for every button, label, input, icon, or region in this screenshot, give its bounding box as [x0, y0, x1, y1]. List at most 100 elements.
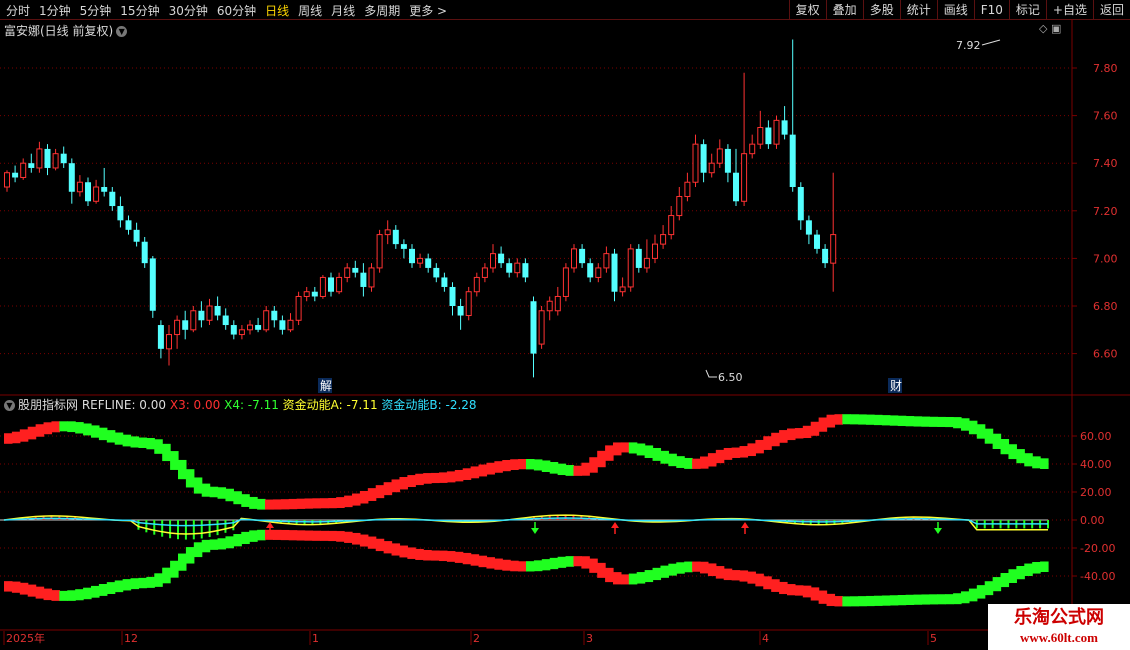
- event-marker: 财: [890, 379, 902, 393]
- upper-band-segment: [415, 473, 424, 486]
- upper-band-segment: [526, 459, 535, 470]
- toolbar-button[interactable]: 返回: [1092, 0, 1130, 19]
- period-tab[interactable]: 5分钟: [80, 2, 112, 19]
- lower-band-segment: [984, 581, 994, 596]
- date-label: 2: [473, 632, 480, 645]
- upper-band-segment: [11, 431, 21, 444]
- lower-band-segment: [818, 590, 828, 604]
- indicator-value: REFLINE: 0.00: [81, 398, 170, 412]
- lower-band-segment: [897, 594, 907, 606]
- period-tab[interactable]: 日线: [265, 2, 289, 19]
- upper-band-segment: [589, 457, 598, 473]
- candle-body: [522, 263, 529, 278]
- lower-band-segment: [620, 574, 630, 585]
- upper-band-segment: [75, 422, 84, 434]
- lower-band-segment: [929, 594, 938, 605]
- period-tab[interactable]: 15分钟: [120, 2, 159, 19]
- indicator-tick-label: -40.00: [1080, 570, 1115, 583]
- lower-band-segment: [644, 570, 654, 583]
- period-tab[interactable]: 1分钟: [39, 2, 71, 19]
- toolbar-button[interactable]: 标记: [1008, 0, 1046, 19]
- candle-body: [376, 234, 383, 269]
- lower-band-segment: [249, 530, 258, 542]
- candle-body: [311, 291, 318, 297]
- upper-band-segment: [478, 464, 488, 477]
- square-icon[interactable]: ▣: [1051, 22, 1061, 35]
- lower-band-segment: [185, 547, 195, 564]
- period-tab[interactable]: 月线: [331, 2, 355, 19]
- lower-band-segment: [423, 549, 432, 561]
- toolbar-button[interactable]: +自选: [1045, 0, 1093, 19]
- candle-body: [255, 325, 262, 330]
- period-tab[interactable]: 30分钟: [169, 2, 208, 19]
- candle-body: [830, 234, 837, 264]
- stock-title[interactable]: 富安娜(日线 前复权) ▼: [4, 22, 128, 39]
- lower-band-segment: [67, 590, 76, 601]
- upper-band-segment: [1032, 456, 1041, 469]
- date-label: 12: [124, 632, 138, 645]
- lower-band-segment: [51, 590, 60, 601]
- lower-band-segment: [486, 557, 495, 569]
- period-tab[interactable]: 分时: [6, 2, 30, 19]
- upper-band-segment: [1008, 444, 1017, 460]
- lower-band-segment: [945, 594, 954, 605]
- lower-band-segment: [913, 594, 923, 605]
- lower-band-segment: [739, 570, 749, 582]
- period-tab[interactable]: 多周期: [364, 2, 400, 19]
- candle-body: [676, 196, 683, 217]
- candle-body: [506, 263, 513, 273]
- top-toolbar: 分时 1分钟 5分钟 15分钟 30分钟 60分钟 日线 周线 月线 多周期 更多 > 复权 叠加 多股…: [0, 0, 1130, 20]
- candle-body: [392, 229, 399, 245]
- candle-body: [603, 253, 610, 269]
- upper-band-segment: [897, 415, 907, 427]
- lower-band-segment: [225, 536, 234, 549]
- diamond-icon[interactable]: ◇: [1039, 22, 1047, 35]
- chevron-down-icon[interactable]: ▼: [116, 26, 128, 37]
- candle-body: [635, 248, 642, 268]
- toolbar-button[interactable]: F10: [973, 0, 1009, 19]
- toolbar-button[interactable]: 画线: [936, 0, 974, 19]
- chevron-down-icon[interactable]: ▼: [4, 400, 15, 411]
- candle-body: [619, 286, 626, 293]
- date-label: 5: [930, 632, 937, 645]
- upper-band-segment: [486, 462, 495, 475]
- upper-band-segment: [138, 437, 147, 448]
- upper-band-segment: [43, 422, 53, 435]
- toolbar-button[interactable]: 多股: [862, 0, 900, 19]
- buy-arrow-icon: [741, 522, 749, 528]
- upper-band-segment: [684, 457, 693, 469]
- candle-body: [449, 286, 456, 306]
- upper-band-segment: [771, 432, 780, 447]
- upper-band-segment: [336, 497, 345, 508]
- period-tab[interactable]: 周线: [298, 2, 322, 19]
- candle-body: [579, 248, 586, 264]
- candle-body: [4, 172, 10, 188]
- upper-band-segment: [533, 459, 543, 471]
- period-tab[interactable]: 60分钟: [217, 2, 256, 19]
- lower-band-segment: [83, 587, 92, 600]
- upper-band-segment: [518, 459, 527, 470]
- upper-band-segment: [59, 421, 68, 432]
- lower-band-segment: [209, 539, 219, 550]
- candle-body: [724, 148, 731, 173]
- candle-body: [498, 253, 505, 264]
- chart-area[interactable]: 7.807.607.407.207.006.806.6060.0040.0020…: [0, 19, 1130, 650]
- lower-band-segment: [399, 545, 408, 558]
- toolbar-button[interactable]: 叠加: [825, 0, 863, 19]
- indicator-name[interactable]: 股朋指标网: [18, 398, 78, 412]
- lower-band-segment: [597, 562, 606, 578]
- period-tab[interactable]: 更多 >: [409, 2, 447, 19]
- lower-band-segment: [154, 573, 163, 587]
- candle-body: [708, 162, 715, 174]
- upper-band-segment: [4, 433, 13, 444]
- lower-band-segment: [217, 538, 227, 550]
- candle-body: [44, 148, 51, 168]
- high-price-label: 7.92: [956, 39, 981, 52]
- lower-band-segment: [375, 538, 385, 552]
- indicator-tick-label: 60.00: [1080, 430, 1112, 443]
- toolbar-button[interactable]: 统计: [899, 0, 937, 19]
- lower-band-segment: [526, 561, 535, 572]
- lower-band-segment: [91, 585, 100, 598]
- candle-body: [587, 263, 594, 278]
- toolbar-button[interactable]: 复权: [788, 0, 826, 19]
